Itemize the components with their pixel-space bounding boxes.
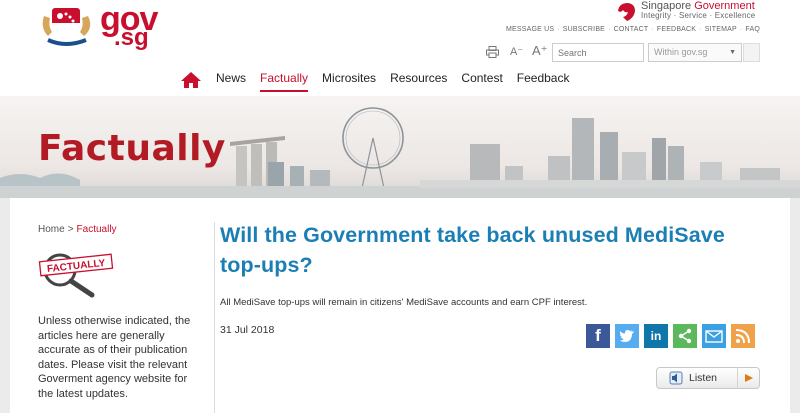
facebook-icon[interactable]: f	[586, 324, 610, 348]
nav-item-resources[interactable]: Resources	[390, 71, 447, 89]
envelope-glyph	[705, 329, 723, 343]
share-bar: f in	[586, 324, 755, 348]
nav-item-feedback[interactable]: Feedback	[517, 71, 570, 89]
nav-item-contest[interactable]: Contest	[461, 71, 502, 89]
rss-icon[interactable]	[731, 324, 755, 348]
print-icon[interactable]	[486, 46, 499, 58]
nav-item-factually[interactable]: Factually	[260, 71, 309, 92]
article-summary: All MediSave top-ups will remain in citi…	[220, 297, 588, 308]
share-glyph	[678, 328, 692, 344]
search-button[interactable]	[743, 43, 760, 62]
column-divider	[214, 222, 215, 413]
site-header: gov .sg Singapore Government Integrity ·…	[0, 0, 800, 96]
page-banner: Factually	[0, 96, 800, 198]
content-area: Home > Factually FACTUALLY Unless otherwis…	[10, 198, 790, 413]
rss-glyph	[735, 329, 750, 344]
twitter-icon[interactable]	[615, 324, 639, 348]
utility-link-contact[interactable]: CONTACT	[614, 26, 649, 33]
utility-link-faq[interactable]: FAQ	[745, 26, 760, 33]
nav-item-news[interactable]: News	[216, 71, 246, 89]
banner-title: Factually	[38, 128, 226, 169]
search-scope-value: Within gov.sg	[654, 47, 708, 57]
sidebar: Home > Factually FACTUALLY Unless otherwis…	[38, 224, 208, 400]
breadcrumb: Home > Factually	[38, 224, 208, 235]
chevron-down-icon: ▼	[729, 49, 736, 56]
home-icon[interactable]	[180, 71, 202, 89]
article-title: Will the Government take back unused Med…	[220, 223, 725, 278]
play-icon[interactable]	[737, 367, 759, 389]
article-date: 31 Jul 2018	[220, 324, 275, 336]
factually-magnifier-logo: FACTUALLY	[38, 253, 114, 298]
utility-link-sitemap[interactable]: SITEMAP	[705, 26, 737, 33]
linkedin-icon[interactable]: in	[644, 324, 668, 348]
nav-item-microsites[interactable]: Microsites	[322, 71, 376, 89]
lion-head-icon	[618, 3, 635, 21]
increase-font-button[interactable]: A⁺	[532, 43, 548, 59]
twitter-bird-glyph	[619, 330, 634, 342]
main-nav: News Factually Microsites Resources Cont…	[180, 68, 583, 92]
breadcrumb-separator: >	[67, 224, 74, 235]
search-input[interactable]	[552, 43, 644, 62]
search-scope-select[interactable]: Within gov.sg ▼	[648, 43, 742, 62]
email-icon[interactable]	[702, 324, 726, 348]
decrease-font-button[interactable]: A⁻	[510, 45, 523, 58]
government-tagline: Integrity · Service · Excellence	[641, 11, 756, 20]
article: Will the Government take back unused Med…	[220, 220, 770, 336]
listen-label: Listen	[689, 372, 718, 384]
utility-link-message-us[interactable]: MESSAGE US	[506, 26, 554, 33]
listen-button[interactable]: Listen	[656, 367, 760, 389]
utility-links: MESSAGE US · SUBSCRIBE · CONTACT · FEEDBACK…	[505, 26, 760, 33]
breadcrumb-home-link[interactable]: Home	[38, 224, 65, 235]
share-icon[interactable]	[673, 324, 697, 348]
logo-sg-text[interactable]: .sg	[114, 24, 149, 52]
singapore-crest-logo[interactable]	[38, 2, 96, 48]
utility-link-feedback[interactable]: FEEDBACK	[657, 26, 696, 33]
speaker-icon	[669, 371, 683, 385]
breadcrumb-current[interactable]: Factually	[77, 224, 117, 235]
sidebar-disclaimer: Unless otherwise indicated, the articles…	[38, 315, 191, 400]
utility-link-subscribe[interactable]: SUBSCRIBE	[563, 26, 605, 33]
